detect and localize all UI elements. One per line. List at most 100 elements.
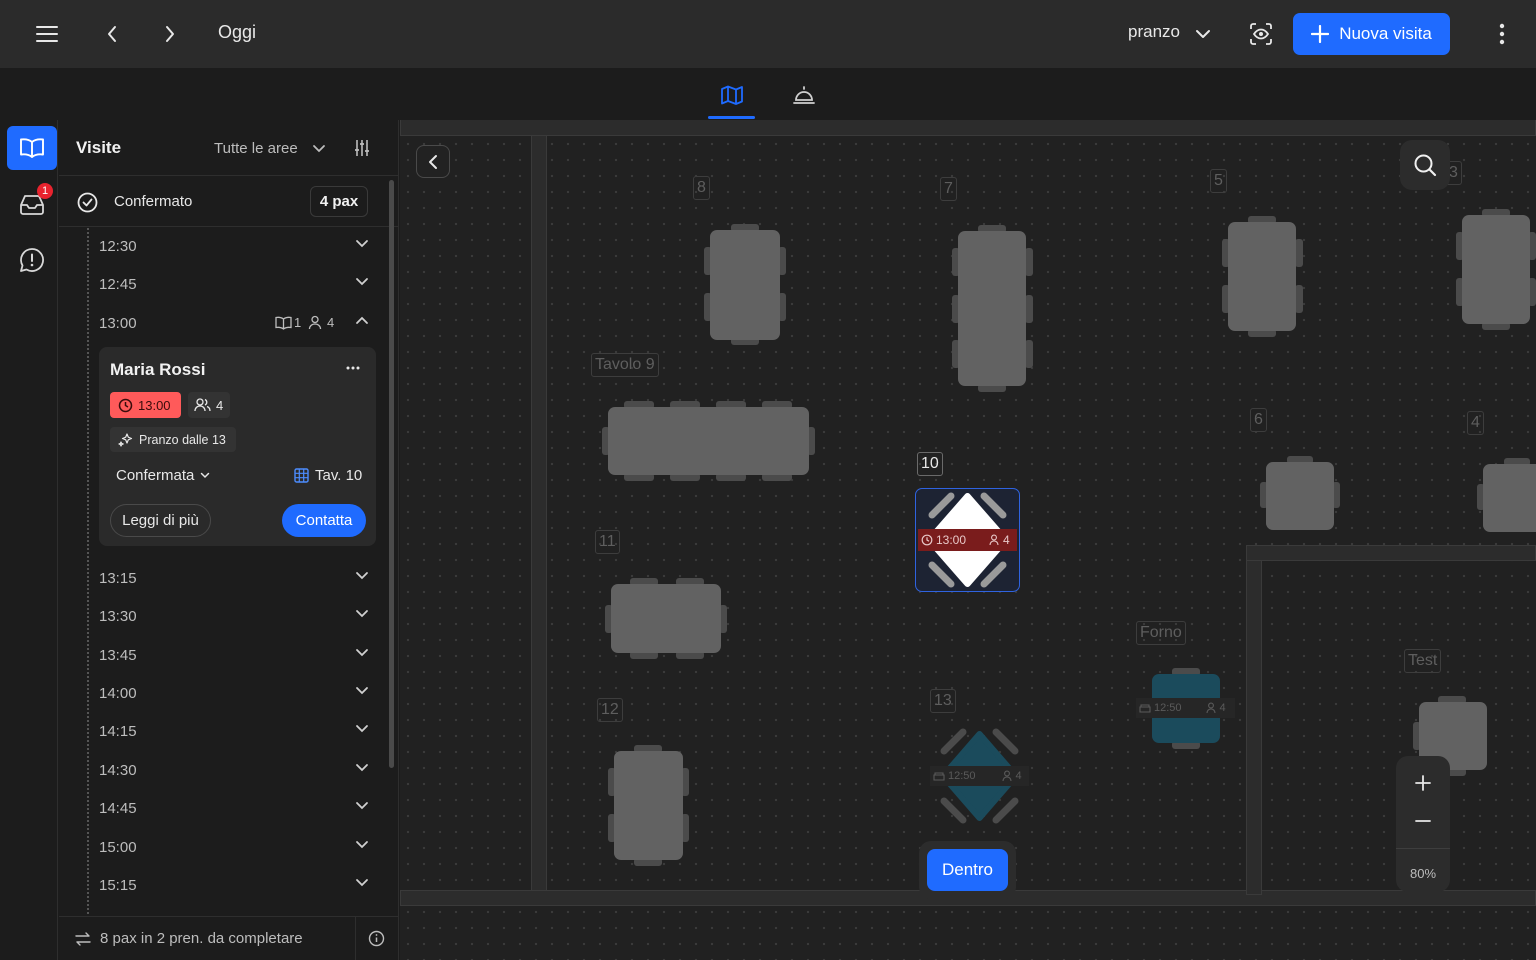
chevron-up-icon: [356, 316, 368, 324]
minus-icon: [1415, 820, 1431, 822]
pending-bookings-summary[interactable]: 8 pax in 2 pren. da completare: [100, 930, 303, 947]
table-10-time: 13:00: [936, 533, 967, 547]
slot-time: 15:15: [99, 877, 137, 894]
collapse-sidebar-button[interactable]: [416, 145, 450, 178]
chevron-down-icon[interactable]: [1193, 24, 1213, 44]
sofa-icon: [933, 772, 945, 781]
table-11[interactable]: [611, 584, 721, 653]
chevron-down-icon: [356, 240, 368, 248]
time-slot[interactable]: 14:15: [99, 720, 369, 744]
table-label: 10: [917, 452, 943, 476]
forno-guests: 4: [1219, 702, 1226, 714]
table-10-booking-strip: 13:00 4: [918, 529, 1017, 551]
sidebar-scrollbar[interactable]: [389, 180, 394, 768]
clock-icon: [118, 398, 133, 412]
date-label[interactable]: Oggi: [218, 22, 256, 43]
time-slot[interactable]: 13:15: [99, 567, 369, 591]
previous-day-button[interactable]: [100, 21, 124, 47]
time-slot[interactable]: 14:30: [99, 759, 369, 783]
table-9[interactable]: [608, 407, 809, 475]
chevron-down-icon[interactable]: [311, 140, 327, 156]
sofa-icon: [1139, 704, 1151, 713]
table-label: 5: [1210, 169, 1227, 193]
chevron-down-icon: [356, 278, 368, 286]
next-day-button[interactable]: [158, 21, 182, 47]
zoom-in-button[interactable]: [1408, 768, 1438, 798]
table-label: 11: [595, 530, 620, 554]
booking-status-dropdown[interactable]: Confermata: [116, 467, 210, 484]
table-4[interactable]: [1483, 464, 1536, 532]
table-5[interactable]: [1228, 222, 1296, 331]
inside-button[interactable]: Dentro: [927, 849, 1008, 891]
table-label: 6: [1250, 408, 1267, 432]
slot-time: 13:15: [99, 570, 137, 587]
table-3[interactable]: [1462, 215, 1530, 324]
table-label: Forno: [1136, 621, 1186, 645]
table-label: 13: [930, 689, 956, 713]
slot-time: 12:30: [99, 238, 137, 255]
slot-time: 13:45: [99, 647, 137, 664]
booking-table[interactable]: Tav. 10: [294, 467, 362, 484]
inbox-badge: 1: [37, 183, 53, 199]
new-visit-button[interactable]: Nuova visita: [1293, 13, 1450, 55]
info-icon[interactable]: [367, 929, 386, 948]
table-label: 12: [597, 698, 623, 722]
sparkle-icon: [118, 432, 133, 447]
plus-icon: [1311, 25, 1330, 43]
booking-guests-badge: 4: [188, 392, 230, 418]
divider: [59, 226, 399, 227]
slot-time: 12:45: [99, 276, 137, 293]
filter-settings-icon[interactable]: [352, 138, 372, 158]
table-7[interactable]: [958, 231, 1026, 386]
map-search-button[interactable]: [1400, 140, 1450, 190]
tab-service[interactable]: [784, 80, 824, 110]
more-vertical-icon[interactable]: [1490, 21, 1514, 47]
service-selector[interactable]: pranzo: [1128, 22, 1180, 42]
chevron-down-icon: [356, 802, 368, 810]
wall: [531, 120, 547, 905]
table-8[interactable]: [710, 230, 780, 340]
rail-alerts-button[interactable]: [18, 246, 46, 274]
time-slot[interactable]: 12:30: [99, 235, 369, 259]
contact-button[interactable]: Contatta: [282, 504, 366, 537]
rail-visits-button[interactable]: [7, 126, 57, 170]
booking-time: 13:00: [138, 397, 171, 413]
time-slot[interactable]: 15:00: [99, 836, 369, 860]
table-label: Tavolo 9: [591, 353, 659, 377]
zoom-out-button[interactable]: [1408, 806, 1438, 836]
slot-time: 14:30: [99, 762, 137, 779]
timeline-line: [87, 228, 89, 914]
view-mode-icon[interactable]: [1247, 20, 1275, 48]
tab-map[interactable]: [712, 80, 752, 110]
time-slot[interactable]: 14:45: [99, 797, 369, 821]
time-slot-open[interactable]: 13:00 1 4: [99, 312, 369, 336]
chair: [1295, 285, 1303, 313]
table-label: Test: [1404, 649, 1442, 673]
slot-bookings-count: 1: [294, 315, 302, 330]
chevron-down-icon: [356, 687, 368, 695]
chevron-down-icon: [356, 764, 368, 772]
chair: [1025, 295, 1033, 323]
table-label: 4: [1467, 411, 1484, 435]
divider: [59, 916, 399, 917]
book-icon: [20, 138, 44, 158]
time-slot[interactable]: 13:30: [99, 605, 369, 629]
more-horizontal-icon[interactable]: [343, 360, 363, 376]
chair: [1025, 340, 1033, 368]
search-icon: [1414, 154, 1437, 177]
read-more-button[interactable]: Leggi di più: [110, 504, 211, 537]
divider: [59, 175, 399, 176]
slot-time: 15:00: [99, 839, 137, 856]
area-filter[interactable]: Tutte le aree: [214, 140, 298, 157]
table-6[interactable]: [1266, 462, 1334, 530]
time-slot[interactable]: 14:00: [99, 682, 369, 706]
time-slot[interactable]: 15:15: [99, 874, 369, 898]
guest-name: Maria Rossi: [110, 360, 206, 379]
slot-time: 14:00: [99, 685, 137, 702]
active-tab-indicator: [708, 116, 755, 119]
time-slot[interactable]: 12:45: [99, 273, 369, 297]
status-filter-label[interactable]: Confermato: [114, 193, 192, 210]
table-12[interactable]: [614, 751, 683, 860]
time-slot[interactable]: 13:45: [99, 644, 369, 668]
menu-icon[interactable]: [34, 21, 60, 47]
